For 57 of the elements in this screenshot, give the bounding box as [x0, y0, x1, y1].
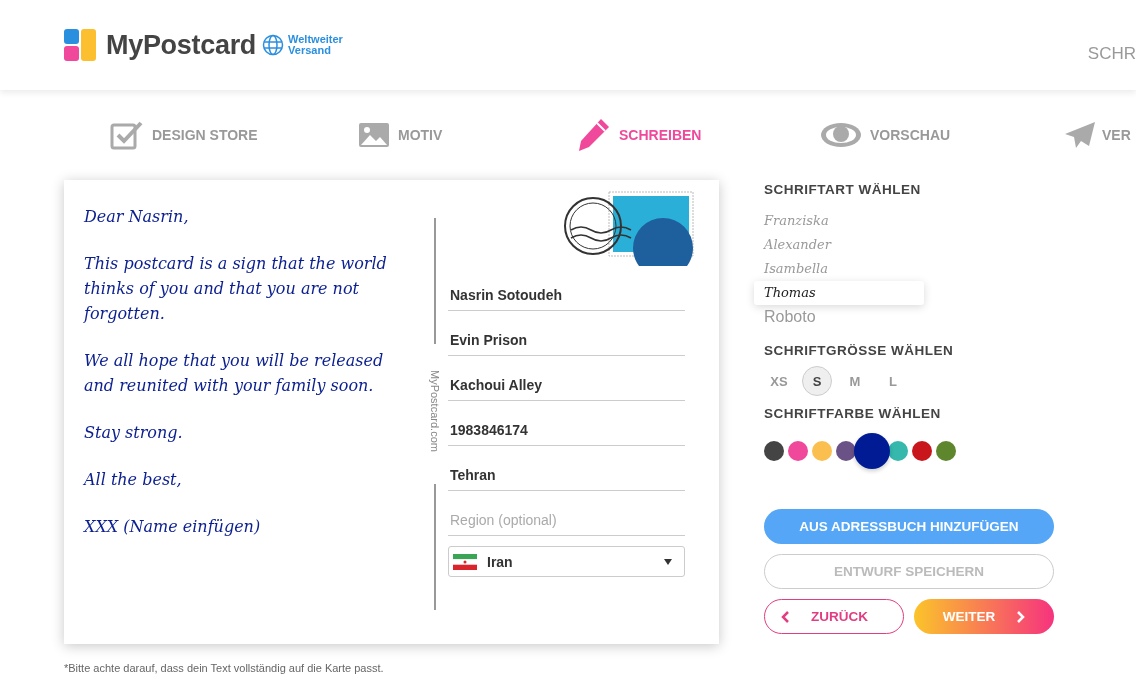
section-heading: SCHRIFTART WÄHLEN: [764, 182, 922, 197]
address-field[interactable]: 1983846174: [448, 401, 685, 446]
address-field[interactable]: Tehran: [448, 446, 685, 491]
address-field[interactable]: Evin Prison: [448, 311, 685, 356]
website-label: MyPostcard.com: [429, 370, 441, 454]
size-option[interactable]: M: [840, 366, 870, 396]
color-swatch[interactable]: [788, 441, 808, 461]
checkbox-icon: [110, 120, 144, 150]
back-button[interactable]: ZURÜCK: [764, 599, 904, 634]
color-swatch[interactable]: [812, 441, 832, 461]
color-swatch[interactable]: [764, 441, 784, 461]
footnote: *Bitte achte darauf, dass dein Text vollständig auf die Karte passt.: [64, 662, 385, 674]
address-field[interactable]: Nasrin Sotoudeh: [448, 266, 685, 311]
address-field[interactable]: Kachoui Alley: [448, 356, 685, 401]
tagline: Versand: [288, 45, 332, 56]
globe-icon: [262, 34, 285, 56]
left-chevron-icon: [781, 610, 789, 623]
logo-icon: [64, 29, 96, 61]
step-tab[interactable]: MOTIV: [358, 122, 575, 148]
font-option[interactable]: Isambella: [764, 257, 924, 281]
step-tab[interactable]: VORSCHAU: [820, 122, 1064, 148]
message-text[interactable]: Dear Nasrin,: [84, 204, 414, 229]
step-tab[interactable]: VER: [1064, 121, 1131, 149]
message-text[interactable]: We all hope that you will be released and reunited with your family soon.: [84, 348, 414, 398]
next-button[interactable]: WEITER: [914, 599, 1054, 634]
color-swatch[interactable]: [888, 441, 908, 461]
step-tab[interactable]: SCHREIBEN: [575, 117, 820, 153]
color-swatch[interactable]: [836, 441, 856, 461]
paper-plane-icon: [1064, 121, 1096, 149]
dropdown-arrow-icon: [664, 558, 672, 565]
size-option[interactable]: XS: [764, 366, 794, 396]
message-text[interactable]: This postcard is a sign that the world thinks of you and that you are not forgotten.: [84, 251, 414, 326]
font-option[interactable]: Alexander: [764, 233, 924, 257]
font-option[interactable]: Thomas: [754, 281, 924, 305]
nav-link[interactable]: SCHR: [1087, 44, 1136, 64]
right-chevron-icon: [1017, 610, 1026, 623]
size-option[interactable]: L: [878, 366, 908, 396]
tagline: Weltweiter: [288, 34, 343, 45]
color-swatch[interactable]: [936, 441, 956, 461]
message-text[interactable]: XXX (Name einfügen): [84, 514, 414, 539]
message-text[interactable]: Stay strong.: [84, 420, 414, 445]
address-book-button[interactable]: AUS ADRESSBUCH HINZUFÜGEN: [764, 509, 1054, 544]
brand-name[interactable]: MyPostcard: [106, 29, 257, 61]
eye-icon: [820, 122, 862, 148]
color-swatch[interactable]: [854, 433, 890, 469]
font-option[interactable]: Franziska: [764, 209, 924, 233]
font-option[interactable]: Roboto: [764, 305, 924, 329]
flag-icon: [453, 553, 477, 570]
color-swatch[interactable]: [912, 441, 932, 461]
country-select[interactable]: Iran: [448, 546, 685, 577]
image-icon: [358, 122, 390, 148]
section-heading: SCHRIFTFARBE WÄHLEN: [764, 406, 942, 421]
address-field[interactable]: Region (optional): [448, 491, 685, 536]
size-option[interactable]: S: [802, 366, 832, 396]
message-text[interactable]: All the best,: [84, 467, 414, 492]
section-heading: SCHRIFTGRÖSSE WÄHLEN: [764, 343, 955, 358]
step-tab[interactable]: DESIGN STORE: [110, 120, 358, 150]
